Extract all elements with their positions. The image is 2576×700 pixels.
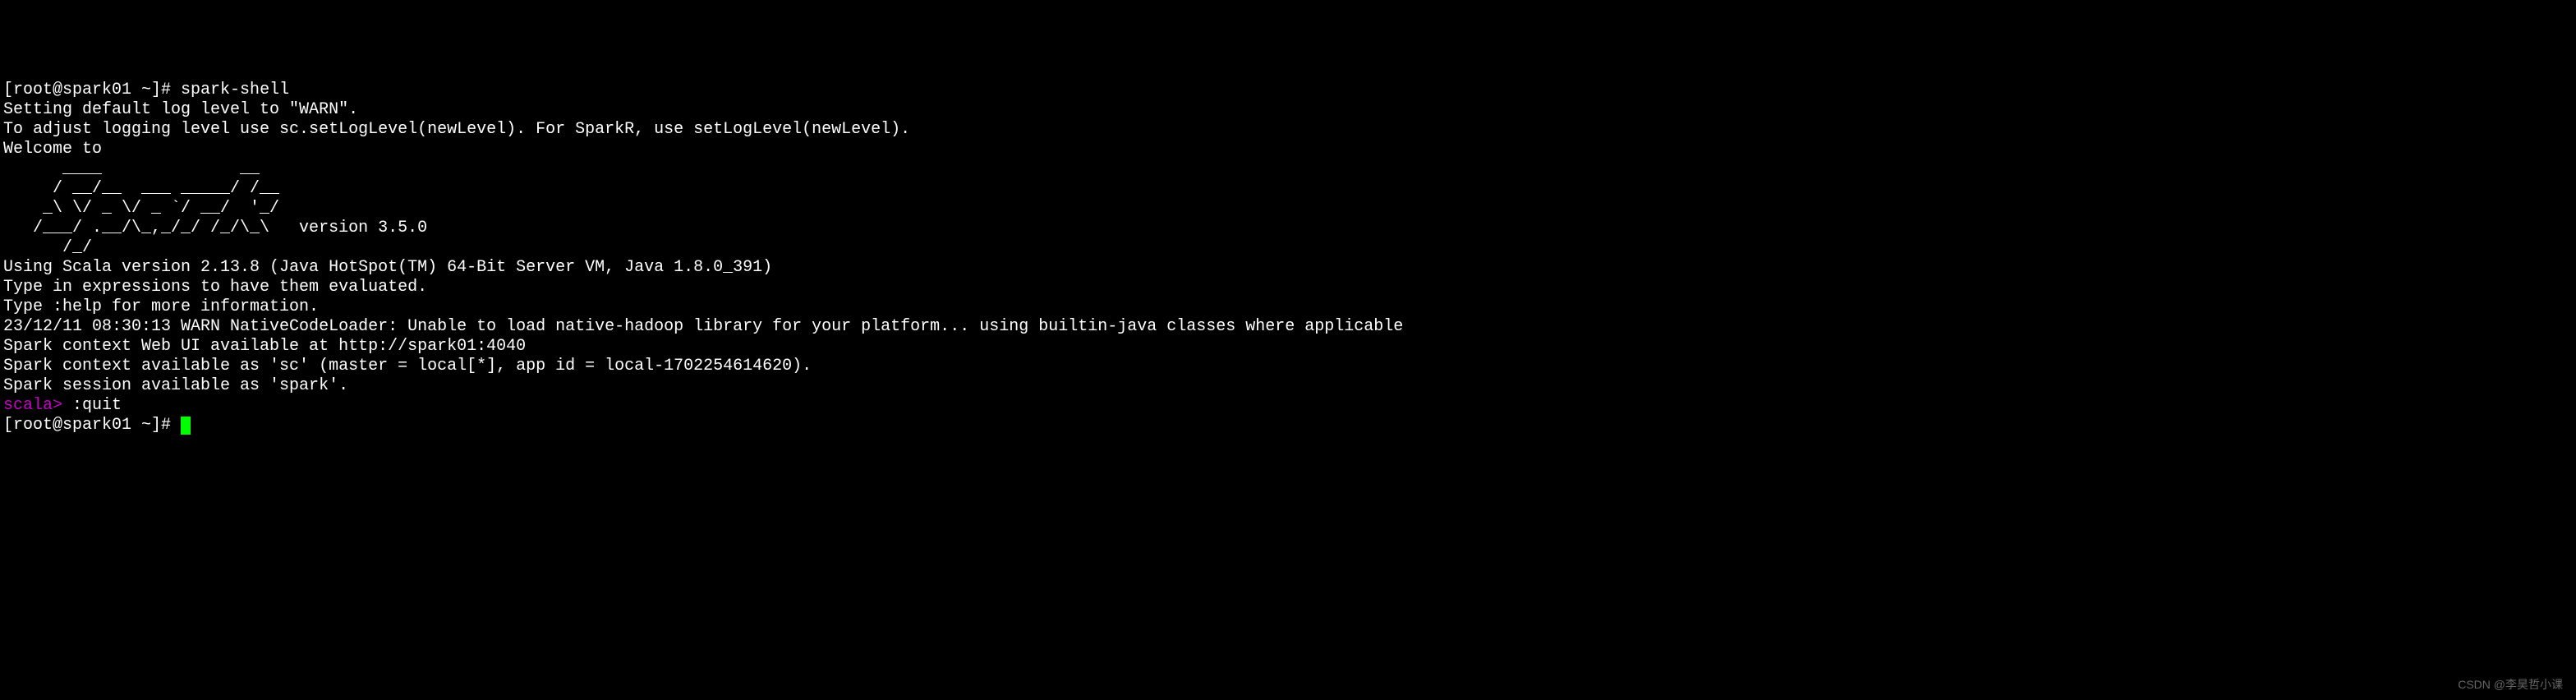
output-line: Setting default log level to "WARN".: [3, 100, 2573, 120]
output-line: Welcome to: [3, 140, 2573, 159]
output-line: 23/12/11 08:30:13 WARN NativeCodeLoader:…: [3, 317, 2573, 337]
output-line: Using Scala version 2.13.8 (Java HotSpot…: [3, 258, 2573, 278]
ascii-art-line: /___/ .__/\_,_/_/ /_/\_\ version 3.5.0: [3, 219, 2573, 238]
ascii-art-line: _\ \/ _ \/ _ `/ __/ '_/: [3, 199, 2573, 219]
ascii-art-line: ____ __: [3, 159, 2573, 179]
cursor-icon: [181, 417, 191, 435]
output-line: Spark session available as 'spark'.: [3, 376, 2573, 396]
output-line: Spark context Web UI available at http:/…: [3, 337, 2573, 357]
output-line: To adjust logging level use sc.setLogLev…: [3, 120, 2573, 140]
output-line: Type in expressions to have them evaluat…: [3, 278, 2573, 297]
terminal-output[interactable]: [root@spark01 ~]# spark-shellSetting def…: [3, 81, 2573, 435]
watermark-text: CSDN @李昊哲小课: [2458, 678, 2563, 692]
command-text: spark-shell: [181, 81, 289, 99]
ascii-art-line: /_/: [3, 238, 2573, 258]
shell-prompt: [root@spark01 ~]#: [3, 81, 181, 99]
ascii-art-line: / __/__ ___ _____/ /__: [3, 179, 2573, 199]
scala-command: :quit: [72, 396, 122, 415]
output-line: Spark context available as 'sc' (master …: [3, 357, 2573, 376]
shell-prompt: [root@spark01 ~]#: [3, 416, 181, 435]
output-line: Type :help for more information.: [3, 297, 2573, 317]
scala-prompt: scala>: [3, 396, 72, 415]
